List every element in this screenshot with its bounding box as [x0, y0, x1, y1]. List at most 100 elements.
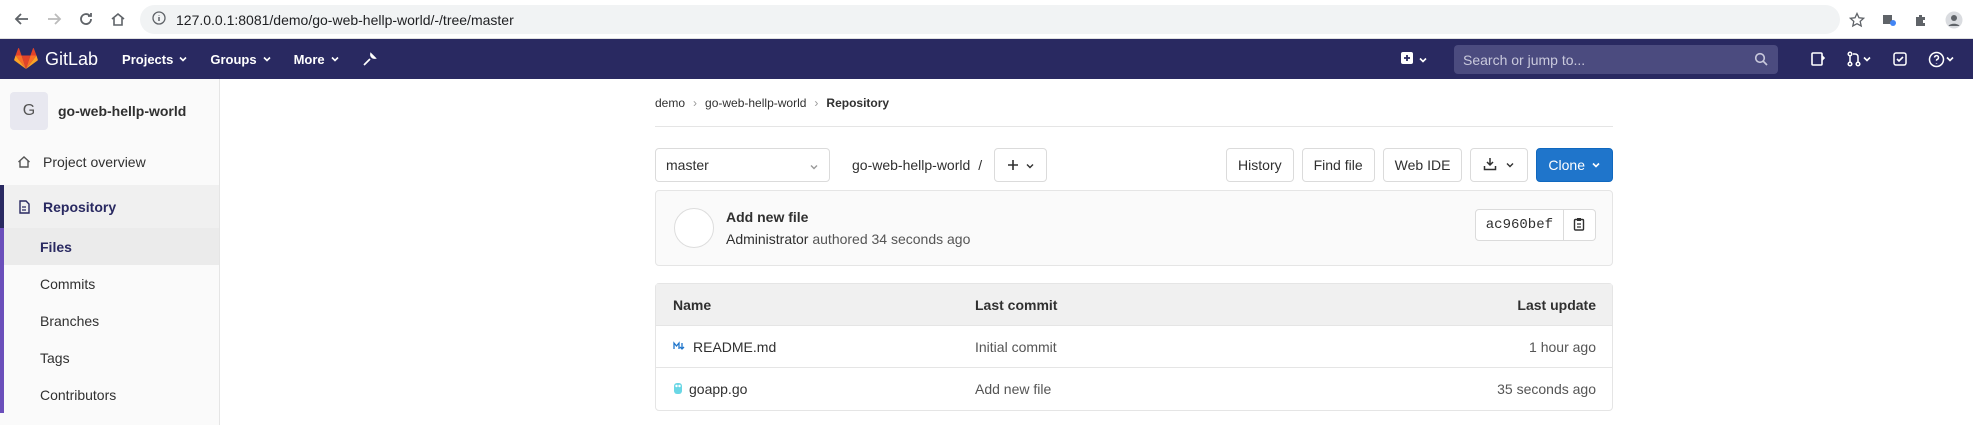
sidebar-item-project-overview[interactable]: Project overview [0, 143, 219, 180]
commit-author-link[interactable]: Administrator [726, 231, 808, 247]
search-icon [1754, 52, 1768, 69]
gitlab-tanuki-icon [14, 48, 38, 69]
history-button[interactable]: History [1226, 148, 1294, 182]
plus-icon [1007, 155, 1019, 176]
groups-menu-label: Groups [210, 51, 257, 67]
commit-title-link[interactable]: Add new file [726, 209, 970, 225]
download-button[interactable] [1470, 148, 1529, 182]
branch-select-value: master [666, 157, 709, 173]
chevron-right-icon: › [693, 95, 698, 110]
admin-wrench-icon[interactable] [362, 51, 377, 67]
commit-sha-group: ac960bef [1474, 209, 1596, 241]
sidebar-item-label: Project overview [43, 153, 146, 170]
go-file-icon [673, 381, 683, 398]
url-text: 127.0.0.1:8081/demo/go-web-hellp-world/-… [176, 11, 514, 28]
more-menu[interactable]: More [294, 52, 340, 67]
table-header: Name Last commit Last update [656, 284, 1612, 326]
chevron-down-icon [1418, 52, 1428, 68]
commit-time: authored 34 seconds ago [812, 231, 971, 247]
last-commit-panel: Add new file Administrator authored 34 s… [655, 190, 1613, 266]
add-to-tree-button[interactable] [994, 148, 1048, 182]
file-tree-table: Name Last commit Last update README.md I… [655, 283, 1613, 411]
breadcrumb-current[interactable]: Repository [826, 96, 889, 110]
gitlab-navbar: GitLab Projects Groups More Search or ju… [0, 39, 1973, 79]
chevron-down-icon [178, 52, 188, 67]
branch-select[interactable]: master [655, 148, 830, 182]
chevron-down-icon [1946, 56, 1954, 62]
column-name-header: Name [673, 296, 712, 313]
reload-icon[interactable] [72, 5, 100, 33]
project-header[interactable]: G go-web-hellp-world [0, 79, 219, 143]
table-row[interactable]: README.md Initial commit 1 hour ago [656, 326, 1612, 368]
web-ide-button[interactable]: Web IDE [1382, 148, 1463, 182]
breadcrumb: demo › go-web-hellp-world › Repository [655, 79, 1613, 127]
chevron-down-icon [1591, 157, 1601, 173]
path-separator: / [978, 157, 983, 173]
home-icon [17, 155, 33, 169]
search-placeholder: Search or jump to... [1463, 51, 1586, 68]
extension-icon[interactable] [1881, 12, 1897, 28]
clone-button[interactable]: Clone [1536, 148, 1613, 182]
bookmark-star-icon[interactable] [1849, 11, 1865, 28]
row-last-commit-link[interactable]: Add new file [975, 381, 1375, 397]
browser-toolbar: 127.0.0.1:8081/demo/go-web-hellp-world/-… [0, 0, 1973, 39]
gitlab-logo-text: GitLab [45, 48, 99, 69]
profile-icon[interactable] [1945, 11, 1963, 29]
projects-menu-label: Projects [122, 51, 174, 67]
back-icon[interactable] [8, 5, 36, 33]
chevron-down-icon [809, 159, 819, 175]
table-row[interactable]: goapp.go Add new file 35 seconds ago [656, 368, 1612, 410]
file-name-link[interactable]: goapp.go [689, 381, 747, 397]
copy-sha-button[interactable] [1564, 209, 1596, 241]
help-icon[interactable] [1928, 51, 1955, 68]
sidebar-item-branches[interactable]: Branches [4, 302, 219, 339]
sidebar-item-contributors[interactable]: Contributors [4, 376, 219, 413]
row-last-update: 35 seconds ago [1497, 381, 1596, 397]
gitlab-logo[interactable]: GitLab [14, 48, 98, 70]
puzzle-icon[interactable] [1913, 12, 1929, 28]
sidebar-item-files[interactable]: Files [4, 228, 219, 265]
find-file-button[interactable]: Find file [1301, 148, 1375, 182]
commit-sha[interactable]: ac960bef [1474, 209, 1564, 241]
repository-submenu: Files Commits Branches Tags Contributors [0, 228, 219, 413]
sidebar-item-commits[interactable]: Commits [4, 265, 219, 302]
address-bar[interactable]: 127.0.0.1:8081/demo/go-web-hellp-world/-… [140, 5, 1840, 34]
download-icon [1483, 157, 1497, 174]
chevron-down-icon [262, 52, 272, 67]
row-last-commit-link[interactable]: Initial commit [975, 339, 1375, 355]
commit-meta: Administrator authored 34 seconds ago [726, 231, 970, 247]
site-info-icon[interactable] [152, 11, 166, 28]
repo-path-link[interactable]: go-web-hellp-world [852, 157, 970, 173]
clipboard-icon [1573, 217, 1586, 234]
column-last-commit-header: Last commit [975, 296, 1058, 313]
sidebar-item-tags[interactable]: Tags [4, 339, 219, 376]
more-menu-label: More [293, 51, 325, 67]
new-dropdown[interactable] [1400, 51, 1428, 68]
groups-menu[interactable]: Groups [210, 52, 271, 67]
file-name-link[interactable]: README.md [693, 339, 776, 355]
home-icon[interactable] [104, 5, 132, 33]
avatar[interactable] [674, 208, 714, 248]
tree-controls: master go-web-hellp-world / History Find… [655, 140, 1613, 190]
search-input[interactable]: Search or jump to... [1454, 45, 1778, 74]
forward-icon[interactable] [40, 5, 68, 33]
main-content: demo › go-web-hellp-world › Repository m… [655, 79, 1613, 411]
merge-requests-icon[interactable] [1846, 51, 1872, 67]
issues-icon[interactable] [1810, 51, 1826, 67]
sidebar-item-repository[interactable]: Repository [0, 185, 219, 228]
chevron-down-icon [1505, 157, 1515, 173]
column-last-update-header: Last update [1517, 296, 1596, 313]
project-name: go-web-hellp-world [58, 103, 187, 119]
chevron-down-icon [330, 52, 340, 67]
todos-icon[interactable] [1892, 51, 1908, 67]
projects-menu[interactable]: Projects [122, 52, 188, 67]
plus-square-icon [1400, 51, 1414, 68]
clone-button-label: Clone [1548, 157, 1585, 173]
breadcrumb-project-link[interactable]: go-web-hellp-world [705, 96, 806, 110]
project-sidebar: G go-web-hellp-world Project overview Re… [0, 79, 220, 425]
project-avatar: G [10, 92, 48, 130]
sidebar-item-label: Repository [43, 198, 117, 215]
breadcrumb-group-link[interactable]: demo [655, 96, 685, 110]
chevron-down-icon [1863, 56, 1871, 62]
chevron-right-icon: › [814, 95, 819, 110]
